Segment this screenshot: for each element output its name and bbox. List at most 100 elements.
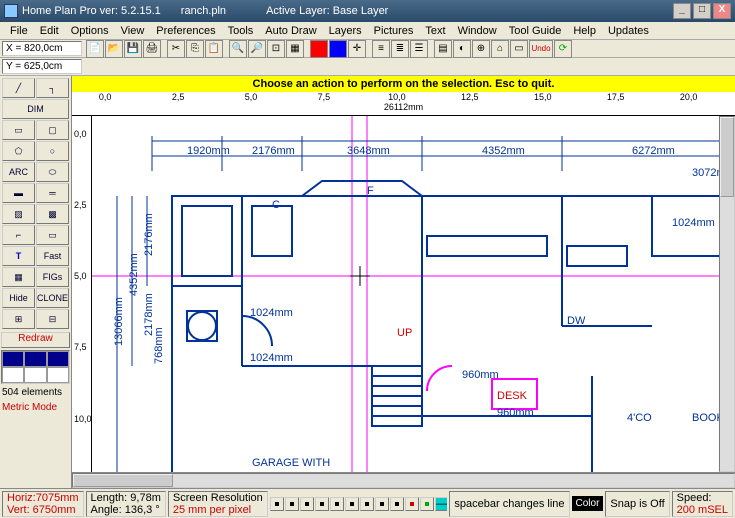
elev-icon[interactable]: ⌂: [491, 40, 509, 58]
svg-text:768mm: 768mm: [153, 327, 165, 364]
tool-panel: ╱ ┐ DIM ▭ ▢ ⬠ ○ ARC ⬭ ▬ ═ ▨ ▩ ⌐ ▭ T Fast…: [0, 76, 72, 488]
floorplan-svg: 1920mm 2176mm 3648mm 4352mm 6272mm 3072n…: [92, 116, 719, 472]
menu-options[interactable]: Options: [65, 23, 115, 39]
tool-fill[interactable]: ▩: [36, 204, 69, 224]
merge-icon[interactable]: ⊕: [472, 40, 490, 58]
new-icon[interactable]: 📄: [86, 40, 104, 58]
align-center-icon[interactable]: ≣: [391, 40, 409, 58]
status-speed: Speed: 200 mSEL: [672, 491, 733, 517]
block-icon[interactable]: ▭: [510, 40, 528, 58]
menu-file[interactable]: File: [4, 23, 34, 39]
menu-window[interactable]: Window: [452, 23, 503, 39]
minimize-button[interactable]: _: [673, 3, 691, 19]
drawing-canvas[interactable]: 1920mm 2176mm 3648mm 4352mm 6272mm 3072n…: [92, 116, 719, 472]
svg-text:3072n: 3072n: [692, 167, 719, 179]
coord-y: Y = 625,0cm: [2, 59, 82, 74]
tool-arc[interactable]: ARC: [2, 162, 35, 182]
menu-edit[interactable]: Edit: [34, 23, 65, 39]
grid-icon[interactable]: ▦: [286, 40, 304, 58]
maximize-button[interactable]: □: [693, 3, 711, 19]
tool-ellipse[interactable]: ⬭: [36, 162, 69, 182]
cut-icon[interactable]: ✂: [167, 40, 185, 58]
menu-layers[interactable]: Layers: [323, 23, 368, 39]
open-icon[interactable]: 📂: [105, 40, 123, 58]
svg-text:BOOKS: BOOKS: [692, 412, 719, 424]
selection-hint-bar: Choose an action to perform on the selec…: [72, 76, 735, 92]
menu-help[interactable]: Help: [567, 23, 602, 39]
tool-window[interactable]: ▭: [36, 225, 69, 245]
align-left-icon[interactable]: ≡: [372, 40, 390, 58]
tool-fast[interactable]: Fast: [36, 246, 69, 266]
align-right-icon[interactable]: ☰: [410, 40, 428, 58]
menu-updates[interactable]: Updates: [602, 23, 655, 39]
svg-text:1024mm: 1024mm: [672, 217, 715, 229]
tool-dim[interactable]: DIM: [2, 99, 69, 119]
tool-text[interactable]: T: [2, 246, 35, 266]
scrollbar-horizontal[interactable]: [72, 472, 735, 488]
tool-wall2[interactable]: ═: [36, 183, 69, 203]
ruler-total-dim: 26112mm: [384, 102, 423, 112]
tool-misc2[interactable]: ⊟: [36, 309, 69, 329]
svg-text:4352mm: 4352mm: [128, 253, 140, 296]
svg-text:C: C: [272, 199, 280, 211]
tool-misc1[interactable]: ⊞: [2, 309, 35, 329]
undo-button[interactable]: Undo: [529, 40, 553, 58]
file-name: ranch.pln: [181, 5, 226, 17]
paste-icon[interactable]: 📋: [205, 40, 223, 58]
app-title: Home Plan Pro ver: 5.2.15.1: [22, 5, 161, 17]
menu-autodraw[interactable]: Auto Draw: [259, 23, 322, 39]
copy-icon[interactable]: ⎘: [186, 40, 204, 58]
print-icon[interactable]: 🖨: [143, 40, 161, 58]
tool-hide[interactable]: Hide: [2, 288, 35, 308]
menu-pictures[interactable]: Pictures: [368, 23, 420, 39]
color-swatches[interactable]: [1, 350, 70, 384]
svg-text:1024mm: 1024mm: [250, 352, 293, 364]
color-blue-icon[interactable]: [329, 40, 347, 58]
tool-wall[interactable]: ▬: [2, 183, 35, 203]
tool-grid2[interactable]: ▦: [2, 267, 35, 287]
tool-figs[interactable]: FIGs: [36, 267, 69, 287]
svg-text:2176mm: 2176mm: [252, 145, 295, 157]
zoom-out-icon[interactable]: 🔎: [248, 40, 266, 58]
svg-text:1024mm: 1024mm: [250, 307, 293, 319]
tool-circle[interactable]: ○: [36, 141, 69, 161]
status-snap: Snap is Off: [605, 491, 669, 517]
menu-bar: File Edit Options View Preferences Tools…: [0, 22, 735, 40]
menu-view[interactable]: View: [115, 23, 151, 39]
coord-x: X = 820,0cm: [2, 41, 82, 56]
zoom-in-icon[interactable]: 🔍: [229, 40, 247, 58]
coord-y-row: Y = 625,0cm: [0, 58, 735, 76]
color-red-icon[interactable]: [310, 40, 328, 58]
tool-hatch[interactable]: ▨: [2, 204, 35, 224]
tool-ortho[interactable]: ┐: [36, 78, 69, 98]
tool-line[interactable]: ╱: [2, 78, 35, 98]
snap-dot-buttons[interactable]: —: [270, 497, 448, 511]
tool-clone[interactable]: CLONE: [36, 288, 69, 308]
save-icon[interactable]: 💾: [124, 40, 142, 58]
svg-text:960mm: 960mm: [497, 407, 534, 419]
tool-door[interactable]: ⌐: [2, 225, 35, 245]
svg-text:DW: DW: [567, 315, 586, 327]
redraw-button[interactable]: Redraw: [1, 332, 70, 348]
tool-rect[interactable]: ▭: [2, 120, 35, 140]
svg-text:13066mm: 13066mm: [113, 297, 125, 346]
menu-preferences[interactable]: Preferences: [150, 23, 221, 39]
scrollbar-vertical[interactable]: [719, 116, 735, 472]
crosshair-icon[interactable]: ✛: [348, 40, 366, 58]
layer-icon[interactable]: ▤: [434, 40, 452, 58]
main-toolbar: 📄 📂 💾 🖨 ✂ ⎘ 📋 🔍 🔎 ⊡ ▦ ✛ ≡ ≣ ☰ ▤ ◐ ⊕ ⌂ ▭ …: [82, 40, 735, 58]
zoom-fit-icon[interactable]: ⊡: [267, 40, 285, 58]
active-layer: Active Layer: Base Layer: [266, 5, 388, 17]
svg-text:6272mm: 6272mm: [632, 145, 675, 157]
color-button[interactable]: Color: [572, 496, 604, 511]
redo-swirl-icon[interactable]: ⟳: [554, 40, 572, 58]
tool-rect2[interactable]: ▢: [36, 120, 69, 140]
close-button[interactable]: X: [713, 3, 731, 19]
menu-toolguide[interactable]: Tool Guide: [503, 23, 568, 39]
menu-text[interactable]: Text: [419, 23, 451, 39]
svg-text:960mm: 960mm: [462, 369, 499, 381]
status-length-angle: Length: 9,78m Angle: 136,3 °: [86, 491, 166, 517]
tool-poly[interactable]: ⬠: [2, 141, 35, 161]
menu-tools[interactable]: Tools: [222, 23, 260, 39]
mask-icon[interactable]: ◐: [453, 40, 471, 58]
